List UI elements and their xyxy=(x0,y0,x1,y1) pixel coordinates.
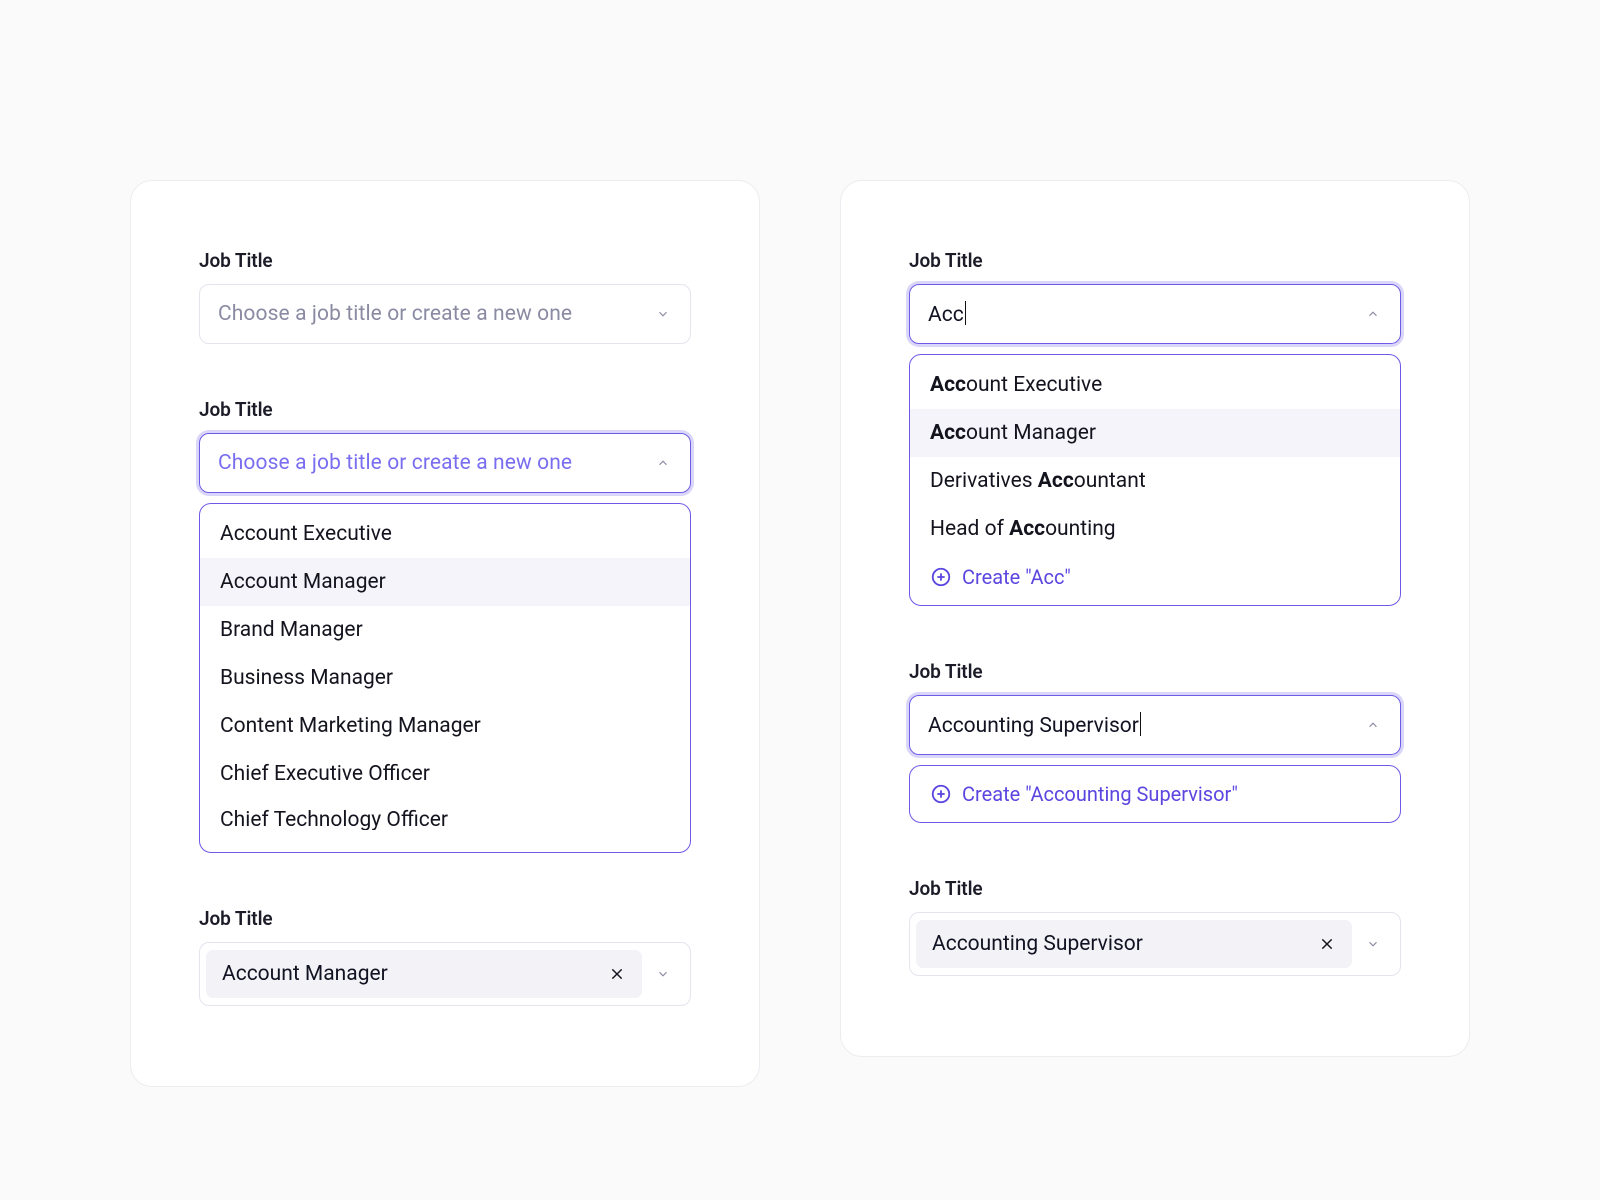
job-title-combobox-selected[interactable]: Accounting Supervisor xyxy=(909,912,1401,976)
job-title-combobox-search[interactable]: Acc xyxy=(909,284,1401,344)
field-label: Job Title xyxy=(909,660,1401,683)
create-option-label: Create "Accounting Supervisor" xyxy=(962,782,1238,806)
combobox-placeholder: Choose a job title or create a new one xyxy=(218,302,572,326)
create-option-button[interactable]: Create "Accounting Supervisor" xyxy=(909,765,1401,823)
selected-value: Account Manager xyxy=(222,962,388,986)
field-job-title-selected: Job Title Accounting Supervisor xyxy=(909,877,1401,976)
plus-circle-icon xyxy=(930,783,952,805)
job-title-combobox-selected[interactable]: Account Manager xyxy=(199,942,691,1006)
field-job-title-open: Job Title Choose a job title or create a… xyxy=(199,398,691,853)
option-item[interactable]: Account Manager xyxy=(910,409,1400,457)
field-job-title-closed: Job Title Choose a job title or create a… xyxy=(199,249,691,344)
chevron-down-icon xyxy=(654,305,672,323)
combobox-examples-card-left: Job Title Choose a job title or create a… xyxy=(130,180,760,1087)
combobox-typed-value: Acc xyxy=(928,301,966,327)
field-label: Job Title xyxy=(909,249,1401,272)
text-caret xyxy=(1140,712,1141,736)
option-item[interactable]: Brand Manager xyxy=(200,606,690,654)
option-item[interactable]: Chief Technology Officer xyxy=(200,798,690,830)
option-item[interactable]: Chief Executive Officer xyxy=(200,750,690,798)
text-caret xyxy=(965,301,966,325)
option-item[interactable]: Account Executive xyxy=(200,510,690,558)
selected-tag: Accounting Supervisor xyxy=(916,920,1352,968)
chevron-down-icon xyxy=(1364,935,1382,953)
chevron-up-icon xyxy=(1364,305,1382,323)
combobox-placeholder: Choose a job title or create a new one xyxy=(218,451,572,475)
field-label: Job Title xyxy=(909,877,1401,900)
option-item[interactable]: Derivatives Accountant xyxy=(910,457,1400,505)
create-option-button[interactable]: Create "Acc" xyxy=(910,553,1400,605)
combobox-dropdown: Account Executive Account Manager Deriva… xyxy=(909,354,1401,606)
job-title-combobox-closed[interactable]: Choose a job title or create a new one xyxy=(199,284,691,344)
option-item[interactable]: Content Marketing Manager xyxy=(200,702,690,750)
chevron-up-icon xyxy=(1364,716,1382,734)
field-job-title-selected: Job Title Account Manager xyxy=(199,907,691,1006)
chevron-down-icon xyxy=(654,965,672,983)
combobox-examples-card-right: Job Title Acc Account Executive Account … xyxy=(840,180,1470,1057)
plus-circle-icon xyxy=(930,566,952,588)
combobox-dropdown: Account Executive Account Manager Brand … xyxy=(199,503,691,853)
field-job-title-create: Job Title Accounting Supervisor Create "… xyxy=(909,660,1401,823)
field-label: Job Title xyxy=(199,398,691,421)
option-item[interactable]: Business Manager xyxy=(200,654,690,702)
selected-tag: Account Manager xyxy=(206,950,642,998)
option-item[interactable]: Account Executive xyxy=(910,361,1400,409)
option-item[interactable]: Head of Accounting xyxy=(910,505,1400,553)
selected-value: Accounting Supervisor xyxy=(932,932,1143,956)
option-item[interactable]: Account Manager xyxy=(200,558,690,606)
field-label: Job Title xyxy=(199,249,691,272)
option-list: Account Executive Account Manager Deriva… xyxy=(910,355,1400,553)
option-list: Account Executive Account Manager Brand … xyxy=(200,504,690,830)
job-title-combobox-open[interactable]: Choose a job title or create a new one xyxy=(199,433,691,493)
field-job-title-search: Job Title Acc Account Executive Account … xyxy=(909,249,1401,606)
chevron-up-icon xyxy=(654,454,672,472)
combobox-typed-value: Accounting Supervisor xyxy=(928,712,1141,738)
field-label: Job Title xyxy=(199,907,691,930)
job-title-combobox-create[interactable]: Accounting Supervisor xyxy=(909,695,1401,755)
create-option-label: Create "Acc" xyxy=(962,565,1071,589)
clear-selection-button[interactable] xyxy=(1316,933,1338,955)
clear-selection-button[interactable] xyxy=(606,963,628,985)
